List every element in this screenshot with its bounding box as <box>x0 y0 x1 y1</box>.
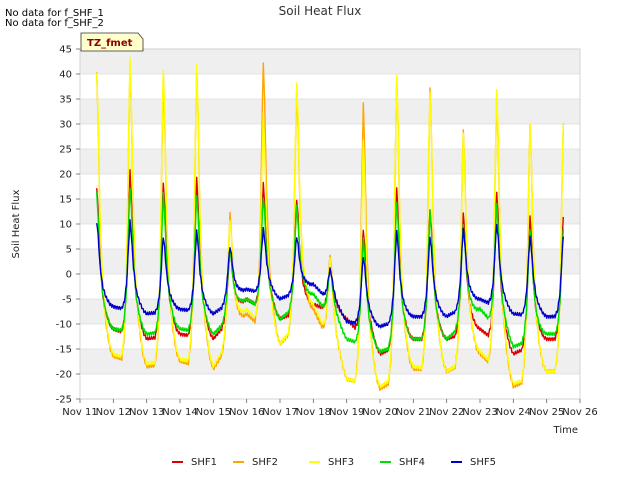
y-tick-label: 45 <box>59 45 72 56</box>
y-axis-ticks: -25 -20 -15 -10 -5 0 5 10 15 20 25 30 35 40 45 <box>56 45 80 406</box>
x-tick-label: Nov 11 <box>62 407 97 418</box>
x-tick-label: Nov 20 <box>362 407 397 418</box>
x-tick-label: Nov 18 <box>296 407 331 418</box>
chart-title: Soil Heat Flux <box>279 4 362 18</box>
y-tick-label: 0 <box>66 270 72 281</box>
y-tick-label: -20 <box>56 370 72 381</box>
x-tick-label: Nov 17 <box>262 407 297 418</box>
x-tick-label: Nov 21 <box>396 407 431 418</box>
x-tick-label: Nov 15 <box>196 407 231 418</box>
y-tick-label: 5 <box>66 245 72 256</box>
x-tick-label: Nov 25 <box>529 407 564 418</box>
y-tick-label: 35 <box>59 95 72 106</box>
legend-label-shf1: SHF1 <box>191 457 217 468</box>
x-tick-label: Nov 14 <box>162 407 197 418</box>
x-tick-label: Nov 23 <box>462 407 497 418</box>
legend: SHF1 SHF2 SHF3 SHF4 SHF5 <box>172 457 496 468</box>
y-tick-label: 25 <box>59 145 72 156</box>
soil-heat-flux-chart: -25-20-15-10-5051015202530354045 Nov 11N… <box>11 4 598 468</box>
x-tick-label: Nov 16 <box>229 407 264 418</box>
legend-label-shf2: SHF2 <box>252 457 278 468</box>
legend-label-shf4: SHF4 <box>399 457 425 468</box>
y-tick-label: 30 <box>59 120 72 131</box>
x-tick-label: Nov 13 <box>129 407 164 418</box>
x-tick-label: Nov 24 <box>496 407 531 418</box>
grid-band <box>80 199 580 224</box>
y-tick-label: 10 <box>59 220 72 231</box>
y-tick-label: 15 <box>59 195 72 206</box>
x-tick-label: Nov 19 <box>329 407 364 418</box>
grid-band <box>80 149 580 174</box>
y-tick-label: -15 <box>56 345 72 356</box>
x-axis-label: Time <box>553 425 578 436</box>
x-tick-label: Nov 22 <box>429 407 464 418</box>
legend-label-shf3: SHF3 <box>328 457 354 468</box>
x-tick-label: Nov 26 <box>562 407 597 418</box>
x-tick-label: Nov 12 <box>96 407 131 418</box>
grid-band <box>80 99 580 124</box>
x-axis-ticks: Nov 11Nov 12Nov 13Nov 14Nov 15Nov 16Nov … <box>62 399 598 418</box>
y-tick-label: 20 <box>59 170 72 181</box>
y-tick-label: -10 <box>56 320 72 331</box>
y-axis-label: Soil Heat Flux <box>11 189 22 258</box>
y-tick-label: -5 <box>62 295 72 306</box>
tz-badge-label: TZ_fmet <box>87 38 133 49</box>
y-tick-label: 40 <box>59 70 72 81</box>
y-tick-label: -25 <box>56 395 72 406</box>
tz-badge: TZ_fmet <box>80 32 144 52</box>
grid-band <box>80 49 580 74</box>
legend-label-shf5: SHF5 <box>470 457 496 468</box>
